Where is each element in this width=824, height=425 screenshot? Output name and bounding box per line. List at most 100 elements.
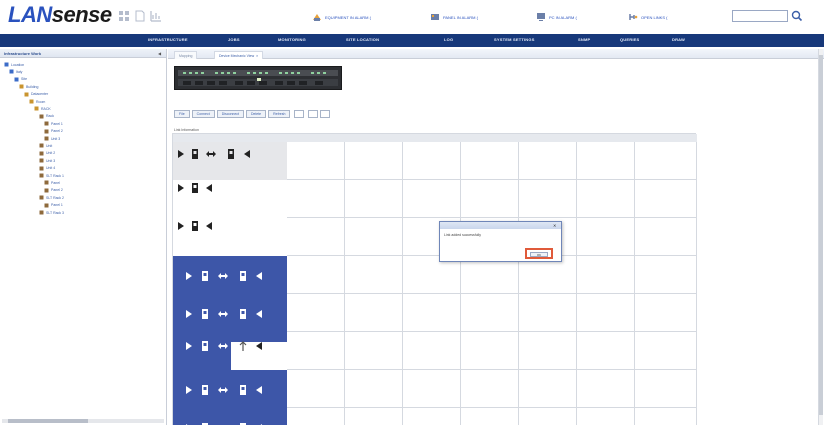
grid-cell[interactable] (345, 294, 403, 332)
menu-site-location[interactable]: SITE LOCATION (346, 37, 379, 42)
toolbar-connect-button[interactable]: Connect (191, 109, 215, 118)
grid-cell[interactable] (635, 218, 697, 256)
grid-cell[interactable] (345, 256, 403, 294)
toolbar-refresh-button[interactable]: Refresh (268, 109, 291, 118)
grid-cell[interactable] (345, 370, 403, 408)
menu-snmp[interactable]: SNMP (578, 37, 590, 42)
grid-cell[interactable] (577, 218, 635, 256)
toolbar-delete-button[interactable]: Delete (246, 109, 267, 118)
grid-cell[interactable] (345, 408, 403, 425)
grid-cell[interactable] (519, 294, 577, 332)
toolbar-count-input-3[interactable] (320, 109, 331, 118)
grid-cell[interactable] (403, 180, 461, 218)
main-vertical-scrollbar[interactable] (818, 49, 823, 425)
grid-cell[interactable] (287, 142, 345, 180)
grid-cell[interactable] (635, 294, 697, 332)
grid-view-icon[interactable] (118, 10, 130, 22)
grid-cell[interactable] (635, 180, 697, 218)
toolbar-disconnect-button[interactable]: Disconnect (216, 109, 245, 118)
grid-cell[interactable] (577, 370, 635, 408)
tab-device-view[interactable]: Device Mechanic View × (214, 51, 264, 59)
grid-cell[interactable] (287, 332, 345, 370)
menu-system-settings[interactable]: SYSTEM SETTINGS (494, 37, 535, 42)
tree-node[interactable]: Panel 1 (44, 120, 63, 127)
grid-cell[interactable] (345, 180, 403, 218)
grid-cell[interactable] (403, 142, 461, 180)
main-scrollbar-thumb[interactable] (819, 55, 823, 415)
grid-cell[interactable] (287, 408, 345, 425)
grid-cell[interactable] (577, 332, 635, 370)
grid-cell[interactable] (345, 142, 403, 180)
port-cell[interactable] (173, 142, 287, 180)
toolbar-count-input[interactable] (294, 109, 305, 118)
toolbar-file-button[interactable]: File (174, 109, 190, 118)
grid-cell[interactable] (519, 408, 577, 425)
chart-icon[interactable] (150, 10, 162, 22)
grid-cell[interactable] (577, 256, 635, 294)
grid-cell[interactable] (577, 294, 635, 332)
rack-device-image[interactable] (174, 66, 342, 90)
tree-node[interactable]: Panel 1 (44, 202, 63, 209)
tree-node[interactable]: Building (19, 83, 38, 90)
grid-cell[interactable] (577, 142, 635, 180)
tree-node[interactable]: Panel 2 (44, 128, 63, 135)
grid-cell[interactable] (635, 256, 697, 294)
grid-cell[interactable] (519, 142, 577, 180)
grid-cell[interactable] (577, 180, 635, 218)
ok-button[interactable]: OK (530, 252, 548, 257)
port-cell[interactable] (173, 256, 287, 294)
grid-cell[interactable] (461, 142, 519, 180)
grid-cell[interactable] (287, 370, 345, 408)
grid-cell[interactable] (403, 408, 461, 425)
tree-node[interactable]: Site (14, 76, 27, 83)
grid-cell[interactable] (519, 370, 577, 408)
grid-cell[interactable] (519, 332, 577, 370)
port-cell[interactable] (173, 408, 287, 425)
grid-cell[interactable] (287, 256, 345, 294)
tree-node[interactable]: Datacenter (24, 91, 48, 98)
tree-horizontal-scrollbar[interactable] (2, 419, 164, 423)
menu-monitoring[interactable]: MONITORING (278, 37, 306, 42)
grid-cell[interactable] (461, 180, 519, 218)
grid-cell[interactable] (577, 408, 635, 425)
open-links-link[interactable]: OPEN LINKS ( (628, 11, 667, 23)
grid-cell[interactable] (345, 332, 403, 370)
grid-cell[interactable] (287, 294, 345, 332)
grid-cell[interactable] (461, 370, 519, 408)
tree-scrollbar-thumb[interactable] (8, 419, 88, 423)
grid-cell[interactable] (461, 408, 519, 425)
tree-node[interactable]: Italy (9, 68, 22, 75)
grid-cell[interactable] (519, 180, 577, 218)
grid-cell[interactable] (287, 218, 345, 256)
search-input[interactable] (732, 10, 788, 22)
menu-log[interactable]: LOG (444, 37, 453, 42)
grid-cell[interactable] (345, 218, 403, 256)
tree-node[interactable]: SLT Rack 2 (39, 194, 64, 201)
grid-cell[interactable] (635, 332, 697, 370)
port-cell[interactable] (173, 180, 287, 218)
tree-node[interactable]: Unit (39, 142, 52, 149)
tree-node[interactable]: Unit 3 (39, 157, 55, 164)
grid-cell[interactable] (635, 142, 697, 180)
port-cell[interactable] (173, 370, 287, 408)
port-cell[interactable] (173, 218, 287, 256)
grid-cell[interactable] (287, 180, 345, 218)
grid-cell[interactable] (461, 294, 519, 332)
tree-node[interactable]: Unit 4 (39, 165, 55, 172)
menu-infrastructure[interactable]: INFRASTRUCTURE (148, 37, 188, 42)
menu-draw[interactable]: DRAW (672, 37, 685, 42)
equipment-alarm-link[interactable]: EQUIPMENT IN ALARM ( (312, 11, 371, 23)
close-tab-icon[interactable]: × (256, 54, 258, 58)
panel-alarm-link[interactable]: PANEL IN ALARM ( (430, 11, 478, 23)
tree-node[interactable]: Location (4, 61, 24, 68)
grid-cell[interactable] (635, 408, 697, 425)
tree-node[interactable]: SLT Rack 3 (39, 209, 64, 216)
app-logo[interactable]: LANsense (8, 2, 112, 28)
tree-node[interactable]: Unit 3 (44, 135, 60, 142)
tree-node[interactable]: Panel 2 (44, 187, 63, 194)
grid-cell[interactable] (635, 370, 697, 408)
grid-cell[interactable] (403, 370, 461, 408)
tree-node[interactable]: SLT Rack 1 (39, 172, 64, 179)
collapse-panel-icon[interactable]: ◀ (158, 51, 161, 56)
menu-queries[interactable]: QUERIES (620, 37, 639, 42)
